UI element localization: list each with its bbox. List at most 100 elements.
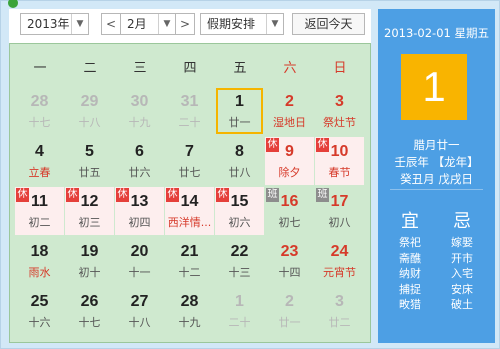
lunar-day-label: 十七 — [28, 116, 51, 129]
lunar-day-label: 二十 — [178, 116, 201, 129]
day-cell[interactable]: 3 祭灶节 — [315, 87, 364, 135]
day-cell[interactable]: 休 15 初六 — [215, 187, 264, 235]
day-cell[interactable]: 25 十六 — [15, 287, 64, 335]
day-cell[interactable]: 休 10 春节 — [315, 137, 364, 185]
ji-list: 嫁娶 开市 入宅 安床 破土 — [442, 235, 482, 313]
calendar-grid: 一二三四五六日 28 十七 29 十八 30 十九 31 二十 1 廿一 2 湿地日 3 祭灶节 4 立春 5 廿… — [9, 43, 371, 343]
day-cell[interactable]: 2 廿一 — [265, 287, 314, 335]
weekday-label: 二 — [83, 61, 97, 76]
lunar-day-label: 廿六 — [128, 166, 151, 179]
day-number: 28 — [180, 293, 199, 310]
day-cell[interactable]: 31 二十 — [165, 87, 214, 135]
day-cell[interactable]: 20 十一 — [115, 237, 164, 285]
day-cell[interactable]: 休 13 初四 — [115, 187, 164, 235]
ji-title: 忌 — [453, 211, 471, 232]
month-select-value: 2月 — [127, 17, 147, 31]
lunar-day-label: 春节 — [328, 166, 351, 179]
day-number: 18 — [30, 243, 49, 260]
day-cell[interactable]: 21 十二 — [165, 237, 214, 285]
next-month-label: > — [179, 17, 191, 31]
yi-title: 宜 — [401, 211, 419, 232]
yi-list: 祭祀 斋醮 纳财 捕捉 畋猎 — [390, 235, 430, 313]
day-cell[interactable]: 27 十八 — [115, 287, 164, 335]
prev-month-label: < — [105, 17, 117, 31]
day-number: 2 — [285, 293, 294, 310]
day-cell[interactable]: 3 廿二 — [315, 287, 364, 335]
green-dot-icon — [8, 0, 18, 8]
day-cell[interactable]: 2 湿地日 — [265, 87, 314, 135]
day-number: 31 — [180, 93, 199, 110]
lunar-day-label: 十九 — [178, 316, 201, 329]
day-cell[interactable]: 5 廿五 — [65, 137, 114, 185]
day-cell[interactable]: 7 廿七 — [165, 137, 214, 185]
calendar-widget: 2013年 ▼ < 2月 ▼ > 假期安排 ▼ 返回今天 一二三四五六日 28 十… — [0, 0, 500, 349]
day-number: 1 — [235, 293, 244, 310]
day-cell[interactable]: 22 十三 — [215, 237, 264, 285]
lunar-day-label: 祭灶节 — [323, 116, 356, 129]
day-number: 22 — [230, 243, 249, 260]
day-number: 1 — [235, 93, 244, 110]
lunar-day-label: 十六 — [28, 316, 51, 329]
day-cell[interactable]: 8 廿八 — [215, 137, 264, 185]
prev-month-button[interactable]: < — [101, 13, 121, 35]
selected-day-number: 1 — [401, 54, 467, 120]
day-cell[interactable]: 4 立春 — [15, 137, 64, 185]
day-number: 15 — [230, 193, 249, 210]
day-cell[interactable]: 24 元宵节 — [315, 237, 364, 285]
day-cell[interactable]: 28 十九 — [165, 287, 214, 335]
day-number: 6 — [135, 143, 144, 160]
day-cell[interactable]: 28 十七 — [15, 87, 64, 135]
day-number: 14 — [180, 193, 199, 210]
day-number: 20 — [130, 243, 149, 260]
day-cell[interactable]: 18 雨水 — [15, 237, 64, 285]
day-number: 11 — [31, 193, 48, 210]
day-cell[interactable]: 班 16 初七 — [265, 187, 314, 235]
day-number: 28 — [30, 93, 49, 110]
lunar-day-label: 西洋情... — [167, 216, 212, 229]
weekday-label: 六 — [283, 61, 297, 76]
holiday-select-value: 假期安排 — [207, 17, 256, 31]
lunar-day-label: 雨水 — [28, 266, 51, 279]
day-number: 12 — [80, 193, 99, 210]
yi-item: 斋醮 — [399, 251, 421, 265]
day-number: 23 — [280, 243, 299, 260]
year-select-value: 2013年 — [27, 17, 70, 31]
day-cell[interactable]: 班 17 初八 — [315, 187, 364, 235]
day-number: 16 — [280, 193, 299, 210]
day-cell[interactable]: 休 11 初二 — [15, 187, 64, 235]
lunar-day-label: 十四 — [278, 266, 301, 279]
lunar-day-label: 十八 — [128, 316, 151, 329]
holiday-select[interactable]: 假期安排 ▼ — [200, 13, 284, 35]
day-cell[interactable]: 6 廿六 — [115, 137, 164, 185]
day-cell[interactable]: 1 二十 — [215, 287, 264, 335]
lunar-year: 壬辰年 【龙年】 — [394, 155, 479, 169]
corner-decoration — [1, 0, 23, 9]
month-select[interactable]: 2月 ▼ — [120, 13, 176, 35]
day-cell[interactable]: 休 14 西洋情... — [165, 187, 214, 235]
day-cell[interactable]: 休 9 除夕 — [265, 137, 314, 185]
next-month-button[interactable]: > — [175, 13, 195, 35]
day-cell[interactable]: 1 廿一 — [215, 87, 264, 135]
day-cell[interactable]: 19 初十 — [65, 237, 114, 285]
weekday-label: 日 — [333, 61, 347, 76]
day-number: 3 — [335, 93, 344, 110]
year-select[interactable]: 2013年 ▼ — [20, 13, 89, 35]
day-cell[interactable]: 30 十九 — [115, 87, 164, 135]
lunar-date: 腊月廿一 — [413, 138, 460, 152]
yi-item: 畋猎 — [399, 298, 421, 311]
day-cell[interactable]: 26 十七 — [65, 287, 114, 335]
lunar-day-label: 十一 — [128, 266, 151, 279]
weekday-label: 三 — [133, 61, 147, 76]
day-number: 10 — [330, 143, 349, 160]
ji-item: 破土 — [451, 298, 473, 311]
day-number: 29 — [80, 93, 99, 110]
day-number: 21 — [180, 243, 199, 260]
lunar-day-label: 初七 — [278, 216, 301, 229]
lunar-day-label: 初八 — [328, 216, 351, 229]
day-cell[interactable]: 29 十八 — [65, 87, 114, 135]
yi-item: 捕捉 — [399, 282, 421, 296]
day-cell[interactable]: 23 十四 — [265, 237, 314, 285]
lunar-day-label: 十七 — [78, 316, 101, 329]
day-cell[interactable]: 休 12 初三 — [65, 187, 114, 235]
back-to-today-button[interactable]: 返回今天 — [292, 13, 365, 35]
